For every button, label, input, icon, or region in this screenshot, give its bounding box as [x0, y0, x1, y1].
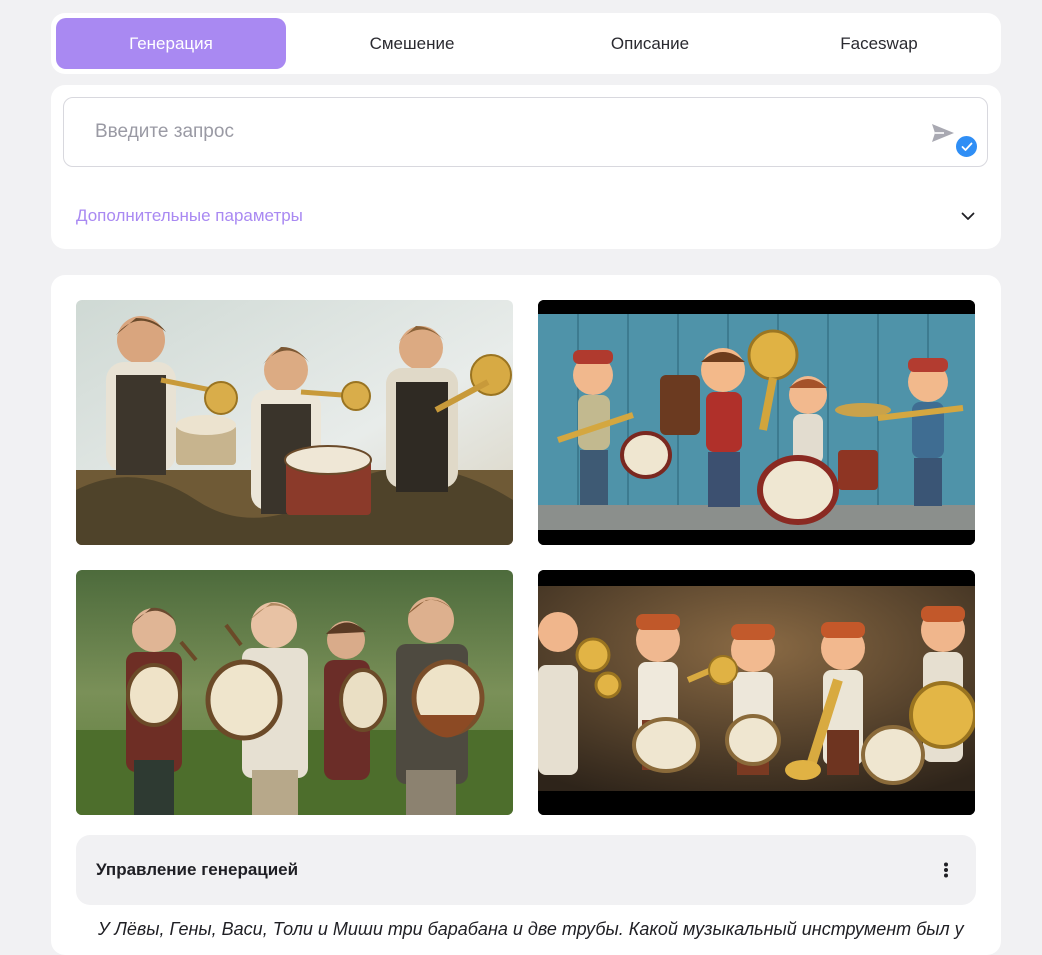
query-input[interactable]: [64, 98, 914, 166]
result-image-2[interactable]: [538, 300, 975, 545]
additional-params-toggle[interactable]: Дополнительные параметры: [76, 201, 976, 231]
tab-faceswap[interactable]: Faceswap: [762, 18, 996, 69]
tab-description[interactable]: Описание: [538, 18, 762, 69]
chevron-down-icon: [960, 208, 976, 224]
generation-control-bar: Управление генерацией: [76, 835, 976, 905]
result-image-3[interactable]: [76, 570, 513, 815]
generation-control-title: Управление генерацией: [96, 860, 299, 879]
result-image-4[interactable]: [538, 570, 975, 815]
check-icon: [954, 134, 979, 159]
additional-params-label: Дополнительные параметры: [76, 206, 303, 225]
tab-generation[interactable]: Генерация: [56, 18, 286, 69]
kebab-menu-icon[interactable]: [936, 860, 956, 880]
query-box: [63, 97, 988, 167]
mode-tabs: Генерация Смешение Описание Faceswap: [51, 13, 1001, 74]
prompt-text: У Лёвы, Гены, Васи, Толи и Миши три бара…: [98, 919, 964, 939]
query-card: Дополнительные параметры: [51, 85, 1001, 249]
send-icon[interactable]: [930, 122, 956, 144]
results-gallery: Управление генерацией У Лёвы, Гены, Васи…: [51, 275, 1001, 955]
result-image-1[interactable]: [76, 300, 513, 545]
tab-blending[interactable]: Смешение: [286, 18, 538, 69]
